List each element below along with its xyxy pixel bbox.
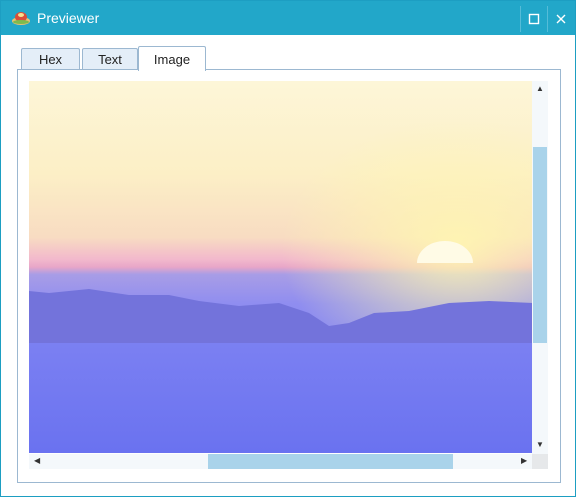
tab-hex[interactable]: Hex bbox=[21, 48, 80, 70]
previewer-window: Previewer Hex Text Image ▲ ▼ ◀ ▶ bbox=[0, 0, 576, 497]
tab-image[interactable]: Image bbox=[138, 46, 206, 71]
scrollbar-corner bbox=[532, 454, 548, 469]
previewer-app-icon bbox=[12, 12, 30, 25]
vertical-scroll-thumb[interactable] bbox=[533, 147, 547, 343]
maximize-icon bbox=[528, 13, 539, 25]
scroll-right-arrow-icon[interactable]: ▶ bbox=[521, 457, 527, 465]
close-button[interactable] bbox=[547, 6, 573, 32]
close-icon bbox=[556, 14, 565, 24]
maximize-button[interactable] bbox=[520, 6, 546, 32]
scroll-up-arrow-icon[interactable]: ▲ bbox=[536, 85, 544, 93]
horizontal-scroll-thumb[interactable] bbox=[208, 454, 453, 469]
tab-text[interactable]: Text bbox=[82, 48, 138, 70]
image-preview bbox=[29, 81, 533, 453]
sunset-image bbox=[29, 81, 533, 453]
scroll-left-arrow-icon[interactable]: ◀ bbox=[34, 457, 40, 465]
window-title: Previewer bbox=[37, 10, 100, 26]
title-bar[interactable]: Previewer bbox=[1, 1, 575, 35]
scroll-down-arrow-icon[interactable]: ▼ bbox=[536, 441, 544, 449]
